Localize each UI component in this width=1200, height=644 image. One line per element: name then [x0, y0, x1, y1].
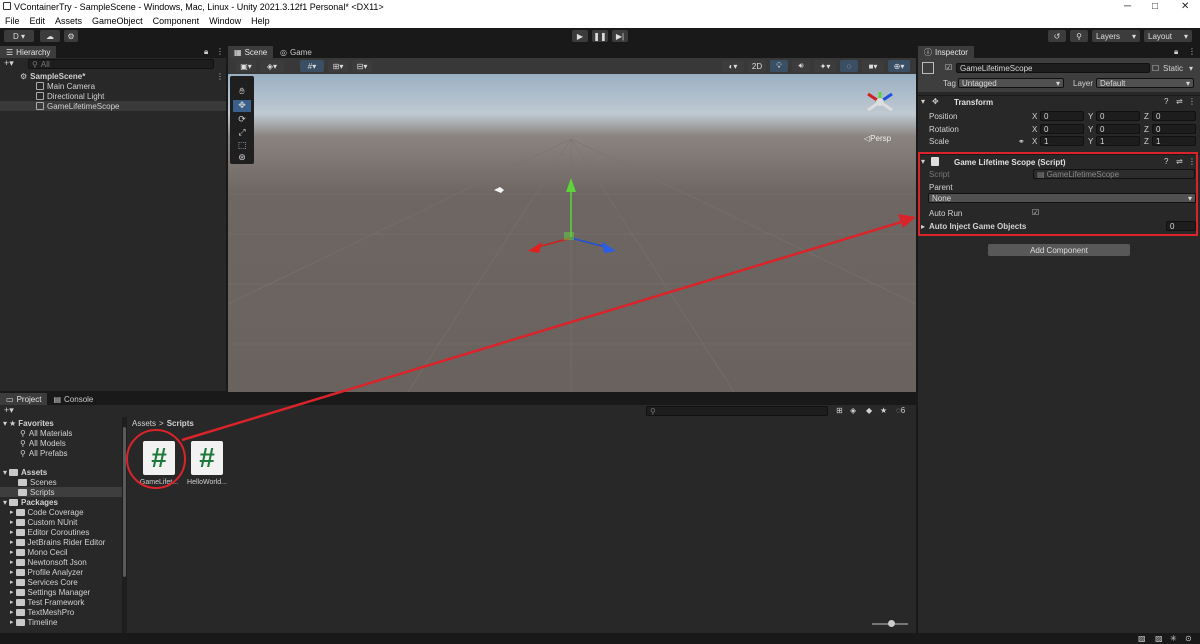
settings-icon[interactable]: ⊙: [1185, 634, 1192, 643]
annotation-arrow: [181, 214, 916, 442]
status-bar: ▨ ▨ ✳ ⊙: [0, 633, 1200, 644]
network-icon: ▨: [1155, 634, 1163, 643]
debug-icon: ✳: [1170, 634, 1177, 643]
progress-icon: ▨: [1138, 634, 1146, 643]
